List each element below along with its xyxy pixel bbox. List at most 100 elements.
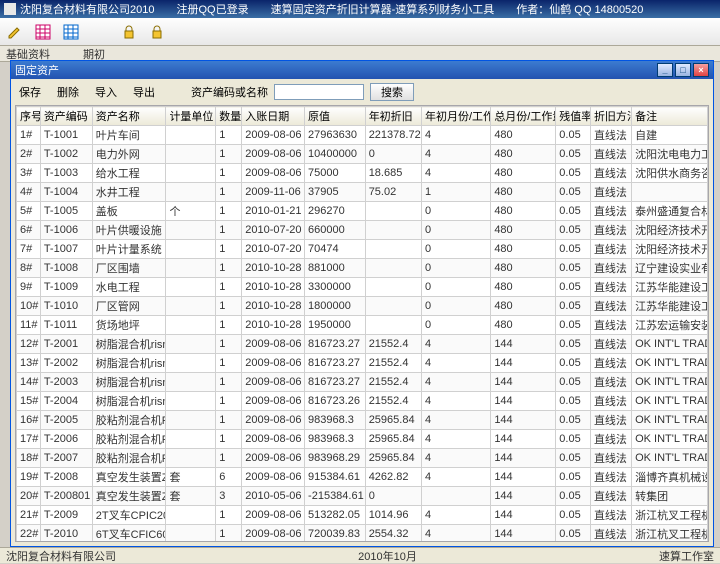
table-cell[interactable]: 480	[491, 145, 556, 164]
table-cell[interactable]: 0.05	[556, 373, 591, 392]
table-cell[interactable]	[365, 316, 421, 335]
table-cell[interactable]: 0.05	[556, 164, 591, 183]
table-cell[interactable]: 2009-08-06	[242, 354, 305, 373]
table-cell[interactable]: 直线法	[590, 240, 631, 259]
table-cell[interactable]: 18#	[17, 449, 41, 468]
table-cell[interactable]: 浙江杭叉工程机械	[632, 506, 708, 525]
table-row[interactable]: 21#T-20092T叉车CPIC20kB-G12009-08-06513282…	[17, 506, 708, 525]
table-cell[interactable]: 2009-08-06	[242, 449, 305, 468]
table-cell[interactable]: 4	[422, 373, 491, 392]
table-cell[interactable]: 4	[422, 449, 491, 468]
search-input[interactable]	[274, 84, 364, 100]
table-cell[interactable]: 直线法	[590, 221, 631, 240]
column-header[interactable]: 计量单位	[166, 107, 216, 126]
table-cell[interactable]: 叶片供暖设施	[92, 221, 166, 240]
table-cell[interactable]	[632, 183, 708, 202]
table-cell[interactable]: 513282.05	[305, 506, 366, 525]
table-cell[interactable]: 4	[422, 506, 491, 525]
table-cell[interactable]: T-2010	[40, 525, 92, 543]
table-cell[interactable]: 胶粘剂混合机Pol	[92, 430, 166, 449]
table-cell[interactable]	[422, 487, 491, 506]
column-header[interactable]: 入账日期	[242, 107, 305, 126]
table-cell[interactable]: 10#	[17, 297, 41, 316]
table-cell[interactable]: 25965.84	[365, 449, 421, 468]
lock-icon-1[interactable]	[120, 23, 138, 41]
table-cell[interactable]	[166, 411, 216, 430]
column-header[interactable]: 折旧方法	[590, 107, 631, 126]
table-cell[interactable]: 2010-10-28	[242, 278, 305, 297]
table-row[interactable]: 18#T-2007胶粘剂混合机Pol12009-08-06983968.2925…	[17, 449, 708, 468]
table-cell[interactable]: 983968.29	[305, 449, 366, 468]
table-cell[interactable]: 0.05	[556, 411, 591, 430]
table-cell[interactable]	[166, 430, 216, 449]
table-cell[interactable]: 0	[422, 278, 491, 297]
table-cell[interactable]: 4	[422, 126, 491, 145]
column-header[interactable]: 年初月份/工作量	[422, 107, 491, 126]
table-cell[interactable]: 4	[422, 164, 491, 183]
table-cell[interactable]: 2009-08-06	[242, 525, 305, 543]
table-cell[interactable]: 0.05	[556, 221, 591, 240]
table-cell[interactable]: 0.05	[556, 278, 591, 297]
table-cell[interactable]: 胶粘剂混合机Pol	[92, 411, 166, 430]
table-cell[interactable]: 12#	[17, 335, 41, 354]
table-cell[interactable]: T-2006	[40, 430, 92, 449]
table-cell[interactable]: 浙江杭叉工程机械	[632, 525, 708, 543]
table-cell[interactable]: 泰州盛通复合材料	[632, 202, 708, 221]
data-grid[interactable]: 序号资产编码资产名称计量单位数量入账日期原值年初折旧年初月份/工作量总月份/工作…	[15, 105, 709, 542]
table-cell[interactable]: 0	[422, 202, 491, 221]
table-cell[interactable]: T-1004	[40, 183, 92, 202]
column-header[interactable]: 总月份/工作量	[491, 107, 556, 126]
table-cell[interactable]	[166, 126, 216, 145]
table-cell[interactable]	[166, 297, 216, 316]
table-cell[interactable]: 个	[166, 202, 216, 221]
table-row[interactable]: 12#T-2001树脂混合机risn12009-08-06816723.2721…	[17, 335, 708, 354]
table-cell[interactable]: OK INT'L TRADE	[632, 335, 708, 354]
table-row[interactable]: 17#T-2006胶粘剂混合机Pol12009-08-06983968.3259…	[17, 430, 708, 449]
column-header[interactable]: 备注	[632, 107, 708, 126]
import-button[interactable]: 导入	[95, 84, 117, 100]
table-row[interactable]: 4#T-1004水井工程12009-11-063790575.0214800.0…	[17, 183, 708, 202]
table-cell[interactable]: 3	[216, 487, 242, 506]
table-cell[interactable]: 直线法	[590, 297, 631, 316]
table-row[interactable]: 2#T-1002电力外网12009-08-0610400000044800.05…	[17, 145, 708, 164]
table-cell[interactable]: 1	[216, 183, 242, 202]
table-cell[interactable]: 2554.32	[365, 525, 421, 543]
table-cell[interactable]: 水电工程	[92, 278, 166, 297]
table-cell[interactable]: 0.05	[556, 145, 591, 164]
table-cell[interactable]: 881000	[305, 259, 366, 278]
table-cell[interactable]: 4	[422, 525, 491, 543]
table-cell[interactable]: 4262.82	[365, 468, 421, 487]
table-cell[interactable]: T-1010	[40, 297, 92, 316]
table-cell[interactable]: 144	[491, 411, 556, 430]
table-cell[interactable]: T-1001	[40, 126, 92, 145]
table-cell[interactable]: 0.05	[556, 392, 591, 411]
table-cell[interactable]: 480	[491, 221, 556, 240]
table-cell[interactable]: 3#	[17, 164, 41, 183]
table-cell[interactable]: 1	[216, 297, 242, 316]
column-header[interactable]: 年初折旧	[365, 107, 421, 126]
table-cell[interactable]: 144	[491, 506, 556, 525]
table-cell[interactable]: 直线法	[590, 335, 631, 354]
table-cell[interactable]: 816723.26	[305, 392, 366, 411]
table-cell[interactable]: 江苏华能建设工程	[632, 278, 708, 297]
table-cell[interactable]: 辽宁建设实业有限	[632, 259, 708, 278]
lock-icon-2[interactable]	[148, 23, 166, 41]
table-row[interactable]: 3#T-1003给水工程12009-08-067500018.68544800.…	[17, 164, 708, 183]
table-cell[interactable]: 直线法	[590, 145, 631, 164]
table-cell[interactable]: 70474	[305, 240, 366, 259]
table-cell[interactable]: 0.05	[556, 335, 591, 354]
table-cell[interactable]: 1	[422, 183, 491, 202]
table-cell[interactable]: 0.05	[556, 240, 591, 259]
table-cell[interactable]: T-1006	[40, 221, 92, 240]
table-cell[interactable]: 75.02	[365, 183, 421, 202]
table-cell[interactable]: T-2009	[40, 506, 92, 525]
table-cell[interactable]: 0.05	[556, 183, 591, 202]
table-cell[interactable]: T-2005	[40, 411, 92, 430]
table-cell[interactable]: 18.685	[365, 164, 421, 183]
table-cell[interactable]: 0.05	[556, 297, 591, 316]
table-cell[interactable]: 直线法	[590, 525, 631, 543]
table-cell[interactable]: 1#	[17, 126, 41, 145]
table-cell[interactable]: 江苏宏运输安装工	[632, 316, 708, 335]
table-cell[interactable]: 1014.96	[365, 506, 421, 525]
table-cell[interactable]: 144	[491, 335, 556, 354]
